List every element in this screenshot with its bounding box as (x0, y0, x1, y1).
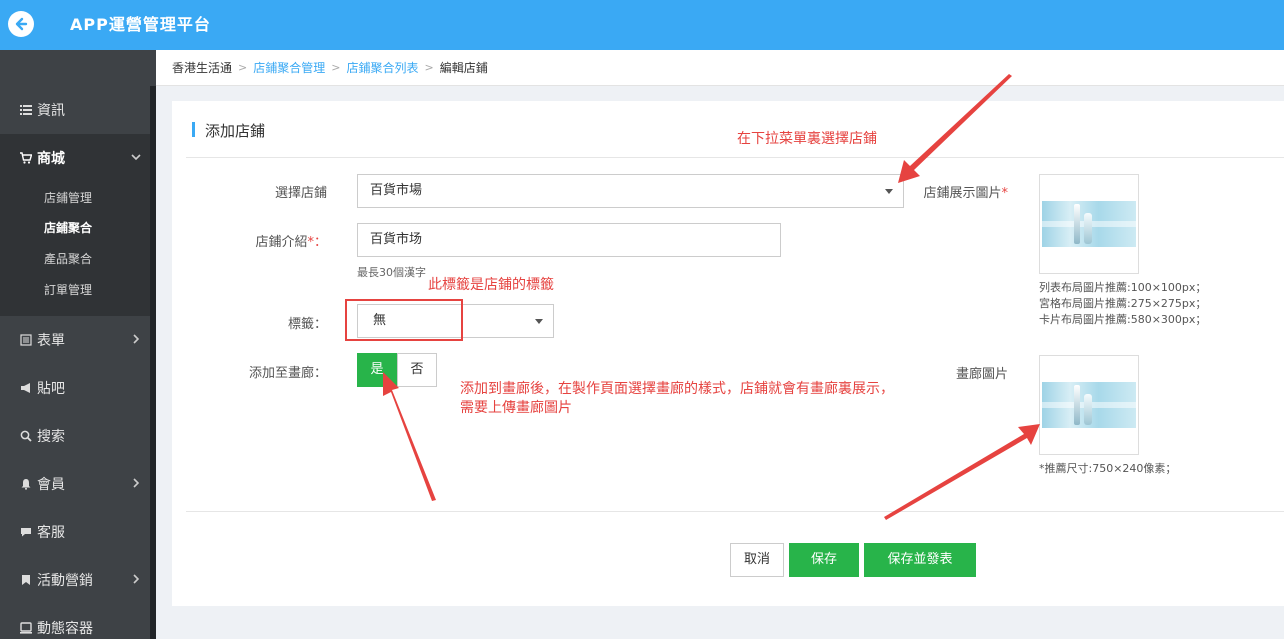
gallery-image-thumbnail (1042, 382, 1136, 428)
bookmark-icon (20, 574, 32, 586)
display-image-upload[interactable] (1039, 174, 1139, 274)
intro-label: 店鋪介紹*： (156, 231, 327, 250)
chevron-right-icon (133, 478, 140, 488)
chat-icon (20, 526, 32, 538)
sidebar-item-search[interactable]: 搜索 (0, 412, 150, 460)
annotation-gallery: 添加到畫廊後，在製作頁面選擇畫廊的樣式，店鋪就會有畫廊裏展示， 需要上傳畫廊圖片 (460, 380, 894, 418)
breadcrumb-current: 編輯店鋪 (439, 61, 488, 75)
display-image-note-card: 卡片布局圖片推薦:580×300px； (1039, 313, 1207, 326)
sidebar-item-service[interactable]: 客服 (0, 508, 150, 556)
search-icon (20, 430, 32, 442)
display-image-label-text: 店鋪展示圖片 (923, 186, 1002, 201)
title-accent-bar (192, 122, 195, 137)
bell-icon (20, 478, 32, 490)
cart-icon (20, 152, 32, 164)
annotation-tag: 此標籤是店鋪的標籤 (428, 277, 554, 293)
intro-label-text: 店鋪介紹 (255, 235, 308, 250)
chevron-right-icon (133, 574, 140, 584)
sidebar-item-label: 動態容器 (37, 621, 93, 637)
chevron-down-icon (131, 154, 141, 161)
app-title: APP運營管理平台 (70, 15, 211, 34)
sidebar-item-label: 會員 (37, 477, 65, 493)
toggle-yes-button[interactable]: 是 (357, 353, 397, 387)
sidebar-item-member[interactable]: 會員 (0, 460, 150, 508)
breadcrumb-shop-aggregate-list[interactable]: 店鋪聚合列表 (346, 59, 418, 76)
divider (186, 511, 1284, 512)
sidebar-subitem-order-manage[interactable]: 訂單管理 (44, 275, 144, 305)
save-publish-button[interactable]: 保存並發表 (864, 543, 976, 577)
sidebar-subitem-product-aggregate[interactable]: 產品聚合 (44, 244, 144, 274)
sidebar-subitem-shop-manage[interactable]: 店鋪管理 (44, 183, 144, 213)
display-image-note-list: 列表布局圖片推薦:100×100px； (1039, 281, 1207, 294)
megaphone-icon (20, 382, 32, 394)
sidebar-item-label: 搜索 (37, 429, 65, 445)
shop-select[interactable]: 百貨市場 (357, 174, 904, 208)
annotation-gallery-line2: 需要上傳畫廊圖片 (460, 400, 572, 416)
chevron-right-icon: > (331, 61, 341, 74)
panel-title: 添加店鋪 (205, 122, 266, 140)
container-icon (20, 622, 32, 634)
sidebar-item-label: 商城 (37, 151, 65, 167)
back-button[interactable] (8, 11, 34, 37)
chevron-right-icon (133, 334, 140, 344)
sidebar-item-forum[interactable]: 貼吧 (0, 364, 150, 412)
sidebar-item-marketing[interactable]: 活動營銷 (0, 556, 150, 604)
list-icon (20, 104, 32, 116)
intro-input[interactable]: 百貨市场 (357, 223, 781, 257)
sidebar-scrollbar[interactable] (150, 86, 156, 639)
cancel-button[interactable]: 取消 (730, 543, 784, 577)
sidebar-item-news[interactable]: 資訊 (0, 86, 150, 134)
form-icon (20, 334, 32, 346)
display-image-notes: 列表布局圖片推薦:100×100px； 宮格布局圖片推薦:275×275px； … (1039, 280, 1206, 328)
edit-shop-panel: 添加店鋪 選擇店鋪 百貨市場 店鋪介紹*： 百貨市场 最長30個漢字 標籤： 無… (172, 101, 1284, 606)
toggle-no-button[interactable]: 否 (397, 353, 437, 387)
chevron-right-icon: > (424, 61, 434, 74)
arrow-left-icon (15, 17, 28, 31)
sidebar-item-label: 表單 (37, 333, 65, 349)
gallery-image-upload[interactable] (1039, 355, 1139, 455)
tag-highlight-box (345, 299, 463, 341)
sidebar-item-mall[interactable]: 商城 (0, 134, 150, 182)
breadcrumb-shop-aggregate-manage[interactable]: 店鋪聚合管理 (253, 59, 325, 76)
sidebar-item-label: 資訊 (37, 103, 65, 119)
top-header: APP運營管理平台 (0, 0, 1284, 50)
breadcrumb: 香港生活通 > 店鋪聚合管理 > 店鋪聚合列表 > 編輯店鋪 (156, 50, 1284, 86)
required-mark: *： (307, 235, 327, 250)
sidebar-item-label: 活動營銷 (37, 573, 93, 589)
display-image-thumbnail (1042, 201, 1136, 247)
intro-input-value: 百貨市场 (370, 232, 423, 247)
annotation-select-shop: 在下拉菜單裏選擇店鋪 (737, 131, 877, 147)
caret-down-icon (535, 319, 543, 324)
tag-label: 標籤： (287, 317, 327, 332)
display-image-note-grid: 宮格布局圖片推薦:275×275px； (1039, 297, 1207, 310)
gallery-toggle: 是 否 (357, 353, 437, 387)
sidebar-subitem-shop-aggregate[interactable]: 店鋪聚合 (44, 213, 144, 243)
gallery-toggle-label: 添加至畫廊： (248, 366, 327, 381)
annotation-gallery-line1: 添加到畫廊後，在製作頁面選擇畫廊的樣式，店鋪就會有畫廊裏展示， (460, 381, 894, 397)
shop-select-label: 選擇店鋪 (274, 186, 327, 201)
breadcrumb-home[interactable]: 香港生活通 (172, 59, 232, 76)
gallery-image-note: *推薦尺寸:750×240像素； (1039, 462, 1177, 475)
sidebar-item-form[interactable]: 表單 (0, 316, 150, 364)
shop-select-value: 百貨市場 (370, 183, 423, 198)
required-mark: * (1001, 186, 1009, 201)
panel-header: 添加店鋪 (186, 101, 1284, 158)
display-image-label: 店鋪展示圖片* (858, 182, 1008, 201)
sidebar-item-label: 客服 (37, 525, 65, 541)
sidebar-item-container[interactable]: 動態容器 (0, 604, 150, 639)
sidebar-item-label: 貼吧 (37, 381, 65, 397)
save-button[interactable]: 保存 (789, 543, 859, 577)
intro-hint: 最長30個漢字 (357, 266, 426, 279)
chevron-right-icon: > (238, 61, 248, 74)
